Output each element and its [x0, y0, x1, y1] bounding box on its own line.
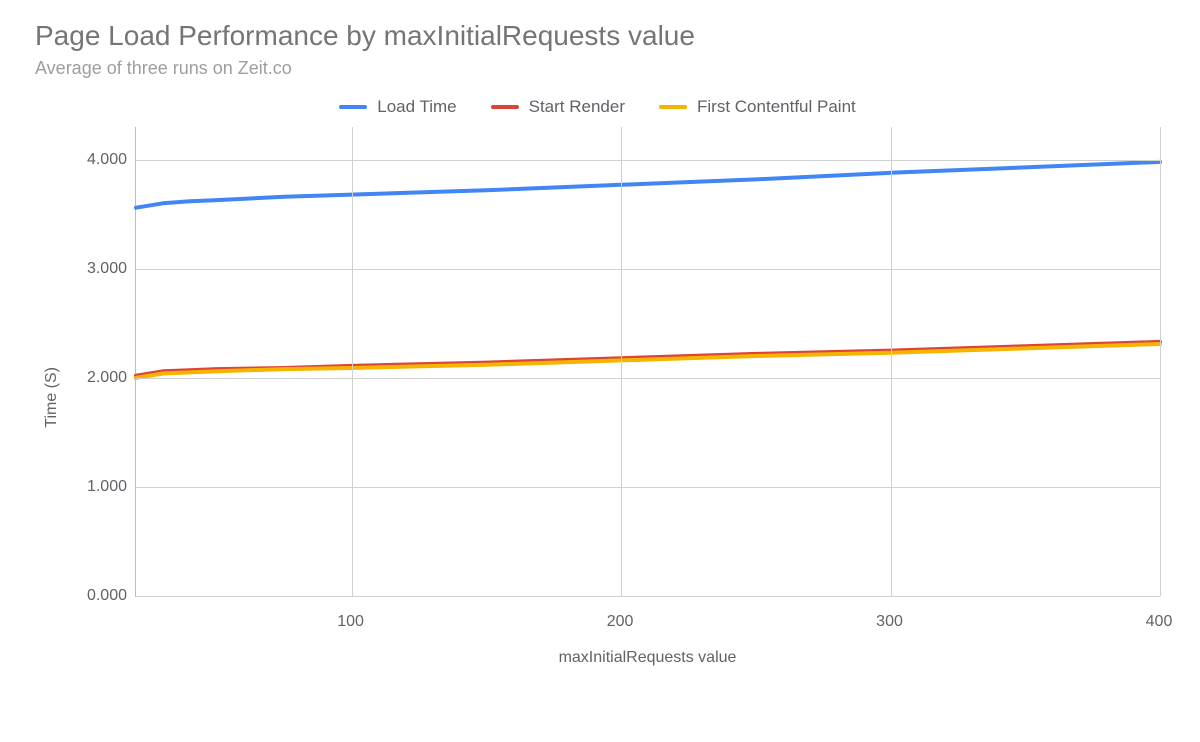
chart-legend: Load Time Start Render First Contentful … — [35, 97, 1160, 117]
legend-item-start-render: Start Render — [491, 97, 625, 117]
y-tick-label: 3.000 — [57, 260, 127, 278]
plot-outer: Time (S) 0.0001.0002.0003.0004.000 10020… — [35, 127, 1160, 667]
x-tick-label: 100 — [337, 613, 364, 631]
y-axis-ticks: 0.0001.0002.0003.0004.000 — [65, 127, 135, 596]
x-tick-label: 200 — [607, 613, 634, 631]
legend-label: Start Render — [529, 97, 625, 117]
gridline-h — [136, 378, 1160, 379]
legend-item-load-time: Load Time — [339, 97, 456, 117]
chart-title: Page Load Performance by maxInitialReque… — [35, 20, 1160, 52]
legend-label: First Contentful Paint — [697, 97, 856, 117]
gridline-v — [1160, 127, 1161, 596]
y-tick-label: 4.000 — [57, 151, 127, 169]
gridline-h — [136, 596, 1160, 597]
gridline-v — [621, 127, 622, 596]
x-axis-label: maxInitialRequests value — [135, 649, 1160, 667]
legend-swatch — [339, 105, 367, 109]
x-axis-ticks: 100200300400 — [135, 607, 1160, 631]
legend-swatch — [659, 105, 687, 109]
gridline-v — [352, 127, 353, 596]
legend-item-first-contentful-paint: First Contentful Paint — [659, 97, 856, 117]
series-line — [136, 344, 1160, 378]
x-axis: 100200300400 maxInitialRequests value — [135, 607, 1160, 667]
chart-lines — [136, 127, 1160, 596]
x-tick-label: 400 — [1146, 613, 1173, 631]
y-tick-label: 2.000 — [57, 369, 127, 387]
gridline-h — [136, 487, 1160, 488]
legend-swatch — [491, 105, 519, 109]
gridline-h — [136, 160, 1160, 161]
chart-subtitle: Average of three runs on Zeit.co — [35, 58, 1160, 79]
gridline-v — [891, 127, 892, 596]
y-tick-label: 0.000 — [57, 587, 127, 605]
legend-label: Load Time — [377, 97, 456, 117]
x-tick-label: 300 — [876, 613, 903, 631]
chart-container: Page Load Performance by maxInitialReque… — [0, 0, 1200, 742]
y-tick-label: 1.000 — [57, 478, 127, 496]
plot-area — [135, 127, 1160, 597]
series-line — [136, 162, 1160, 208]
gridline-h — [136, 269, 1160, 270]
